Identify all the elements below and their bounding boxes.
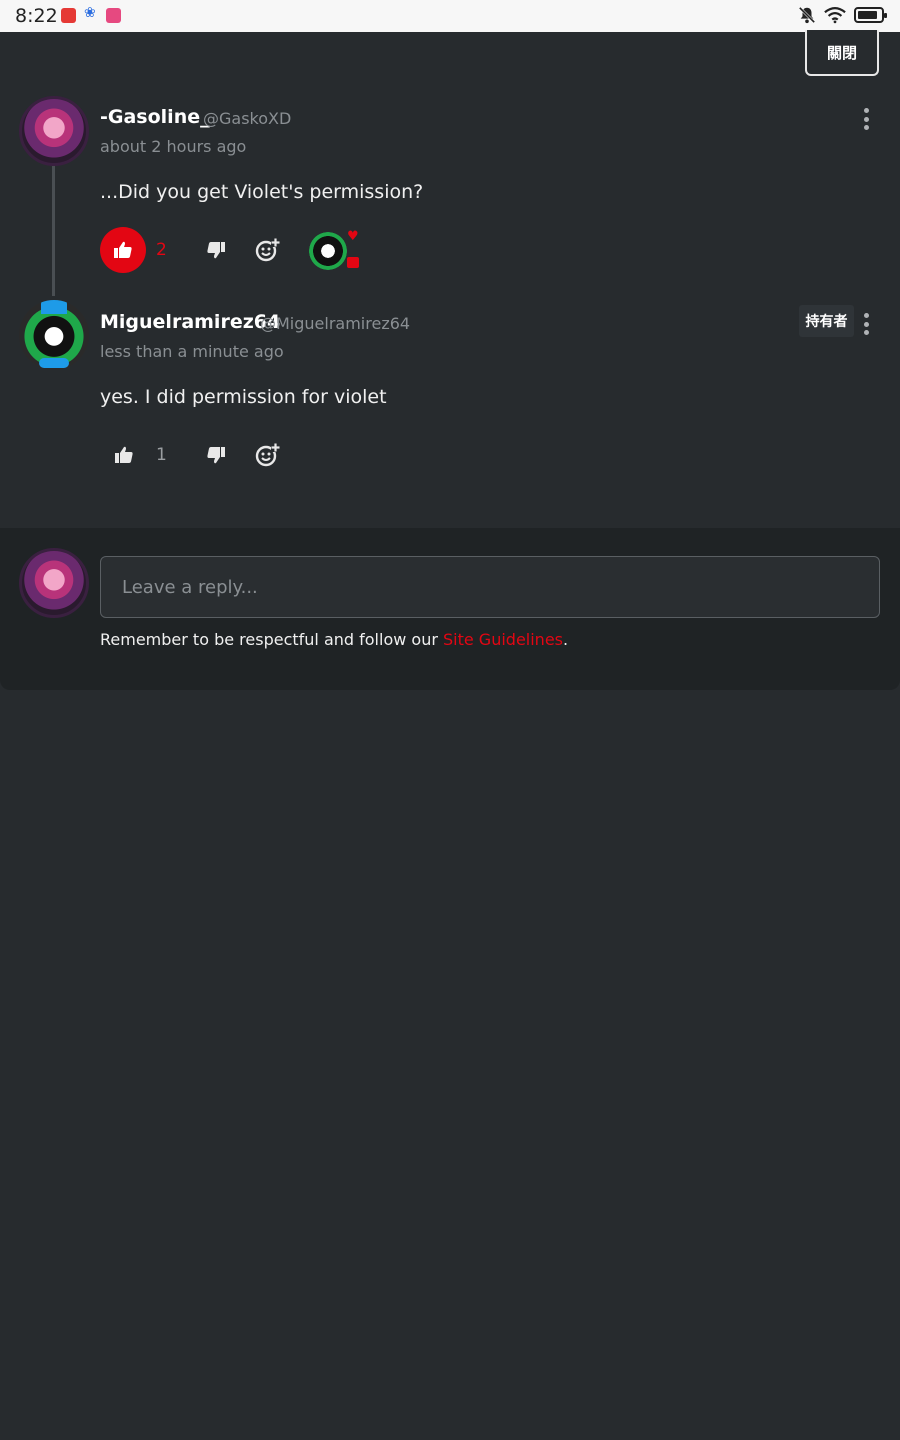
status-bar: 8:22 ❀ [0,0,900,32]
comment-timestamp: about 2 hours ago [100,137,247,156]
comment-text: ...Did you get Violet's permission? [100,181,424,203]
owner-badge: 持有者 [799,305,854,337]
like-count: 1 [156,445,167,465]
thumbs-down-icon [207,447,225,464]
comment-username[interactable]: -Gasoline_ [100,106,210,128]
more-options-icon[interactable] [863,313,869,335]
current-user-avatar [19,548,89,618]
wifi-icon [824,7,846,24]
more-options-icon[interactable] [863,108,869,130]
thumbs-up-icon [114,241,132,258]
comment-handle: @Miguelramirez64 [260,314,411,333]
reaction-marker-icon [347,257,359,268]
close-button[interactable]: 關閉 [805,30,879,76]
notifications-off-icon [798,6,816,24]
app-red-icon [61,8,76,23]
like-count: 2 [156,240,167,260]
mickey-avatar-reaction[interactable] [309,232,347,270]
site-guidelines-link[interactable]: Site Guidelines [443,630,563,649]
guidelines-notice: Remember to be respectful and follow our… [100,630,568,649]
like-button[interactable] [100,227,146,273]
thread-line [52,166,55,296]
comment-handle: @GaskoXD [203,109,292,128]
comment-timestamp: less than a minute ago [100,342,284,361]
comment-text: yes. I did permission for violet [100,386,387,408]
comment-username[interactable]: Miguelramirez64 [100,311,280,333]
add-reaction-button[interactable] [253,441,281,469]
like-button[interactable] [110,441,138,469]
app-blue-flower-icon: ❀ [84,5,96,21]
battery-icon [854,7,887,23]
add-emoji-icon [255,443,280,467]
thumbs-down-icon [207,242,225,259]
heart-icon: ♥ [347,229,359,244]
status-icons [798,6,887,24]
reply-input[interactable] [100,556,880,618]
guidelines-suffix: . [563,630,569,649]
dislike-button[interactable] [202,236,230,264]
add-emoji-icon [255,238,280,262]
thumbs-up-icon [115,446,133,463]
avatar[interactable] [19,300,89,370]
status-time: 8:22 [15,5,58,27]
app-pink-icon [106,8,121,23]
dislike-button[interactable] [202,441,230,469]
avatar[interactable] [19,96,89,166]
guidelines-text: Remember to be respectful and follow our [100,630,443,649]
add-reaction-button[interactable] [253,236,281,264]
